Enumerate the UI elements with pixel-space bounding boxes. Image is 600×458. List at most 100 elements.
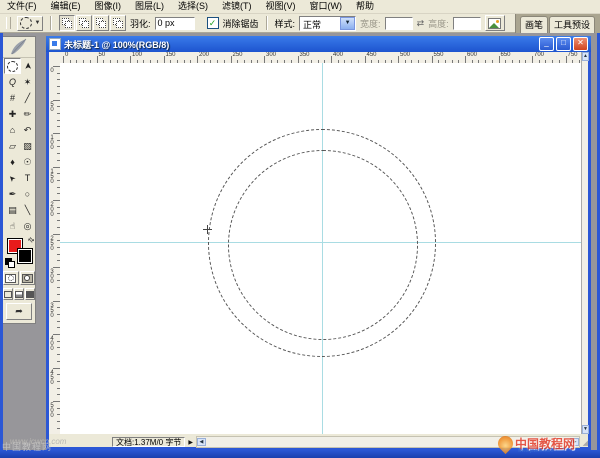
- shape-tool[interactable]: ○: [19, 186, 36, 202]
- height-label: 高度:: [428, 17, 449, 30]
- elliptical-marquee-icon: [20, 17, 32, 29]
- quick-mask-group: [3, 271, 35, 285]
- default-colors-icon[interactable]: [5, 258, 14, 266]
- document-content: 0501001502002503003504004505005506006507…: [49, 52, 588, 434]
- style-select[interactable]: 正常 ▼: [299, 16, 356, 31]
- color-swatch-widget: ⇄: [4, 236, 35, 268]
- type-tool[interactable]: T: [19, 170, 36, 186]
- zoom-percent-box[interactable]: www.jcwcn.com: [50, 437, 108, 447]
- eyedropper-tool[interactable]: ╲: [19, 202, 36, 218]
- file-browser-button[interactable]: [485, 15, 505, 31]
- crosshair-cursor-icon: [203, 225, 212, 234]
- menu-item-7[interactable]: 窗口(W): [303, 0, 350, 13]
- palette-tab-1[interactable]: 工具预设: [549, 16, 595, 33]
- height-input[interactable]: [453, 17, 481, 30]
- zoom-tool[interactable]: ◎: [19, 218, 36, 234]
- ruler-label: 400: [49, 336, 55, 351]
- gradient-tool[interactable]: ▧: [19, 138, 36, 154]
- current-tool-button[interactable]: ▼: [17, 16, 43, 31]
- ruler-label: 700: [534, 52, 544, 58]
- scroll-up-icon[interactable]: ▲: [582, 52, 589, 61]
- palette-well: 画笔工具预设: [515, 14, 600, 33]
- ruler-tick: [499, 56, 500, 63]
- swap-colors-icon[interactable]: ⇄: [26, 235, 36, 245]
- quick-mask-mode-button[interactable]: [20, 271, 36, 285]
- standard-mode-button[interactable]: [3, 271, 19, 285]
- photoshop-app-window: 文件(F)编辑(E)图像(I)图层(L)选择(S)滤镜(T)视图(V)窗口(W)…: [0, 0, 600, 458]
- swap-dimensions-icon[interactable]: ⇄: [417, 18, 425, 29]
- magic-wand-tool[interactable]: ✶: [19, 74, 36, 90]
- minimize-button[interactable]: _: [539, 37, 554, 51]
- menu-item-1[interactable]: 编辑(E): [44, 0, 88, 13]
- close-button[interactable]: ✕: [573, 37, 588, 51]
- ruler-label: 450: [49, 370, 55, 385]
- menu-item-6[interactable]: 视图(V): [259, 0, 303, 13]
- ruler-label: 150: [166, 52, 176, 58]
- ruler-tick: [298, 56, 299, 63]
- ruler-tick: [53, 334, 60, 335]
- document-title-bar[interactable]: 未标题-1 @ 100%(RGB/8) _ □ ✕: [46, 36, 591, 52]
- style-value: 正常: [300, 17, 340, 30]
- background-color-swatch[interactable]: [17, 248, 33, 264]
- ruler-tick: [53, 267, 60, 268]
- brush-tool[interactable]: ✏: [19, 106, 36, 122]
- ruler-tick: [331, 56, 332, 63]
- antialias-checkbox[interactable]: ✓: [207, 17, 219, 29]
- ruler-tick: [53, 368, 60, 369]
- standard-screen-mode-button[interactable]: [3, 288, 13, 300]
- move-tool[interactable]: ➤: [19, 58, 36, 74]
- add-to-selection-button[interactable]: [76, 15, 92, 31]
- slice-tool[interactable]: ╱: [19, 90, 36, 106]
- ruler-label: 550: [434, 52, 444, 58]
- palette-tab-0[interactable]: 画笔: [520, 16, 548, 33]
- edit-in-imageready-button[interactable]: ➦: [6, 303, 32, 320]
- separator: [266, 16, 268, 30]
- ruler-label: 150: [49, 169, 55, 184]
- history-brush-tool[interactable]: ↶: [19, 122, 36, 138]
- ruler-label: 200: [49, 202, 55, 217]
- ruler-tick: [53, 234, 60, 235]
- menu-item-4[interactable]: 选择(S): [171, 0, 215, 13]
- full-screen-mode-button[interactable]: [25, 288, 35, 300]
- options-bar-grip[interactable]: [6, 17, 11, 29]
- menu-item-2[interactable]: 图像(I): [88, 0, 129, 13]
- maximize-button[interactable]: □: [556, 37, 571, 51]
- scroll-left-icon[interactable]: ◀: [197, 438, 206, 446]
- watermark-logo: 中国教程网 www.jcwcn.com: [498, 430, 598, 456]
- selection-mode-group: [59, 15, 126, 31]
- menu-item-5[interactable]: 滤镜(T): [215, 0, 259, 13]
- ruler-tick: [264, 56, 265, 63]
- new-selection-button[interactable]: [59, 15, 75, 31]
- menu-item-3[interactable]: 图层(L): [128, 0, 171, 13]
- status-menu-arrow-icon[interactable]: ▶: [188, 439, 193, 446]
- vertical-scrollbar[interactable]: ▲ ▼: [581, 52, 588, 434]
- ruler-tick: [53, 167, 60, 168]
- intersect-with-selection-button[interactable]: [110, 15, 126, 31]
- width-input[interactable]: [385, 17, 413, 30]
- inner-selection-circle[interactable]: [228, 150, 418, 340]
- ruler-label: 750: [568, 52, 578, 58]
- ruler-label: 250: [49, 236, 55, 251]
- ruler-label: 0: [49, 68, 55, 73]
- menu-item-8[interactable]: 帮助: [349, 0, 381, 13]
- photoshop-feather-logo: [3, 37, 35, 58]
- width-label: 宽度:: [360, 17, 381, 30]
- ruler-label: 350: [49, 303, 55, 318]
- ruler-tick: [164, 56, 165, 63]
- full-screen-with-menubar-button[interactable]: [14, 288, 24, 300]
- ruler-label: 300: [266, 52, 276, 58]
- chevron-down-icon[interactable]: ▼: [340, 17, 355, 30]
- canvas[interactable]: [60, 63, 581, 434]
- edit-in-imageready-icon: ➦: [15, 306, 23, 317]
- ruler-label: 400: [333, 52, 343, 58]
- ruler-tick: [53, 301, 60, 302]
- ruler-label: 500: [400, 52, 410, 58]
- feather-input[interactable]: 0 px: [155, 17, 195, 30]
- feather-label: 羽化:: [130, 17, 151, 30]
- dodge-tool[interactable]: ☉: [19, 154, 36, 170]
- chevron-down-icon: ▼: [35, 20, 41, 26]
- subtract-from-selection-button[interactable]: [93, 15, 109, 31]
- ruler-tick: [197, 56, 198, 63]
- menu-item-0[interactable]: 文件(F): [0, 0, 44, 13]
- document-icon: [49, 38, 61, 50]
